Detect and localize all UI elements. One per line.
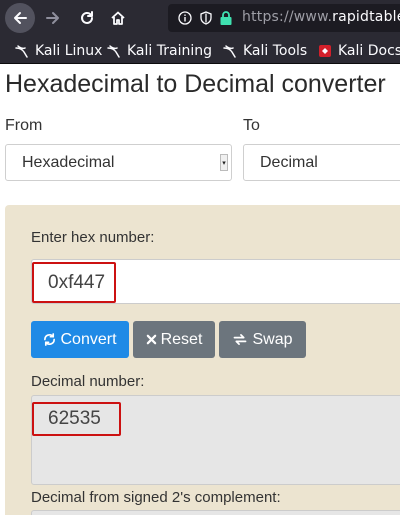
kali-dragon-icon xyxy=(14,43,30,59)
home-icon xyxy=(111,11,125,25)
dropdown-arrow-icon[interactable]: ▾ xyxy=(220,154,228,171)
bookmark-label: Kali Training xyxy=(127,43,212,59)
browser-toolbar: https://www.rapidtables xyxy=(0,0,400,36)
from-select-value: Hexadecimal xyxy=(22,154,115,171)
bookmark-kali-linux[interactable]: Kali Linux xyxy=(14,42,102,60)
bookmark-label: Kali Docs xyxy=(338,43,400,59)
bookmarks-bar: Kali Linux Kali Training Kali Tools Kali… xyxy=(0,36,400,64)
page-title: Hexadecimal to Decimal converter xyxy=(5,70,386,98)
times-icon xyxy=(146,334,157,345)
convert-button[interactable]: Convert xyxy=(31,321,129,358)
swap-arrows-icon xyxy=(232,333,248,346)
sync-icon xyxy=(43,333,56,346)
back-button[interactable] xyxy=(5,3,35,33)
swap-button[interactable]: Swap xyxy=(219,321,306,358)
from-label: From xyxy=(5,117,43,134)
reload-icon xyxy=(81,11,93,24)
swap-button-label: Swap xyxy=(252,330,293,348)
back-arrow-icon xyxy=(14,12,27,24)
signed-output[interactable] xyxy=(31,510,400,515)
to-select-value: Decimal xyxy=(260,154,318,171)
hex-input[interactable]: 0xf447 xyxy=(31,259,400,304)
url-bar[interactable]: https://www.rapidtables xyxy=(168,4,400,32)
bookmark-kali-training[interactable]: Kali Training xyxy=(106,42,212,60)
reset-button[interactable]: Reset xyxy=(133,321,215,358)
kali-dragon-icon xyxy=(222,43,238,59)
bookmark-kali-docs[interactable]: Kali Docs xyxy=(317,42,400,60)
bookmark-label: Kali Tools xyxy=(243,43,308,59)
to-select[interactable]: Decimal xyxy=(243,144,400,181)
bookmark-kali-tools[interactable]: Kali Tools xyxy=(222,42,307,60)
url-domain: rapidtables xyxy=(332,9,400,25)
reset-button-label: Reset xyxy=(160,330,203,348)
convert-button-label: Convert xyxy=(60,330,117,348)
signed-label: Decimal from signed 2's complement: xyxy=(31,489,281,506)
output-highlight-box xyxy=(32,402,121,436)
to-label: To xyxy=(243,117,260,134)
input-highlight-box xyxy=(32,262,116,303)
reload-button[interactable] xyxy=(72,3,102,33)
url-text[interactable]: https://www.rapidtables xyxy=(242,9,400,25)
kali-docs-icon xyxy=(317,43,333,59)
url-prefix: https://www. xyxy=(242,9,333,25)
decimal-output[interactable]: 62535 xyxy=(31,395,400,485)
input-label: Enter hex number: xyxy=(31,229,155,246)
tracking-shield-icon[interactable] xyxy=(199,11,213,30)
home-button[interactable] xyxy=(103,3,133,33)
from-select[interactable]: Hexadecimal ▾ xyxy=(5,144,232,181)
kali-dragon-icon xyxy=(106,43,122,59)
forward-button[interactable] xyxy=(38,3,68,33)
bookmark-label: Kali Linux xyxy=(35,43,103,59)
forward-arrow-icon xyxy=(46,12,59,24)
output-label: Decimal number: xyxy=(31,373,145,390)
lock-icon[interactable] xyxy=(219,10,233,31)
info-icon[interactable] xyxy=(178,11,192,30)
